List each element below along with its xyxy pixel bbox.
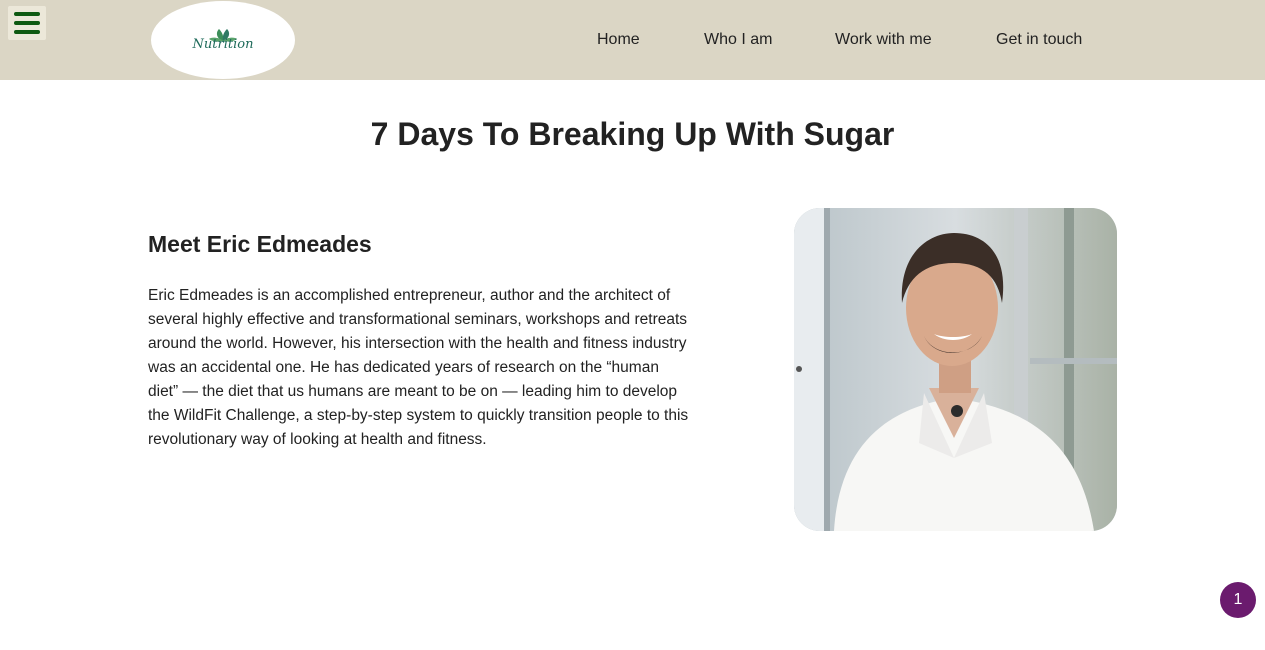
logo-text: Nutrition: [192, 37, 254, 52]
bio-paragraph: Eric Edmeades is an accomplished entrepr…: [148, 287, 689, 448]
nav-work-with-me[interactable]: Work with me: [835, 31, 932, 49]
notification-badge[interactable]: 1: [1220, 582, 1256, 618]
nav-home[interactable]: Home: [597, 31, 640, 49]
section-heading: Meet Eric Edmeades: [148, 231, 372, 257]
site-logo[interactable]: Nutrition: [151, 1, 295, 79]
nav-get-in-touch[interactable]: Get in touch: [996, 31, 1082, 49]
site-header: Nutrition Home Who I am Work with me Get…: [0, 0, 1265, 80]
nav-who-i-am[interactable]: Who I am: [704, 31, 772, 49]
profile-photo: [794, 208, 1117, 531]
hamburger-menu-icon[interactable]: [8, 6, 46, 40]
page-title: 7 Days To Breaking Up With Sugar: [370, 116, 895, 152]
